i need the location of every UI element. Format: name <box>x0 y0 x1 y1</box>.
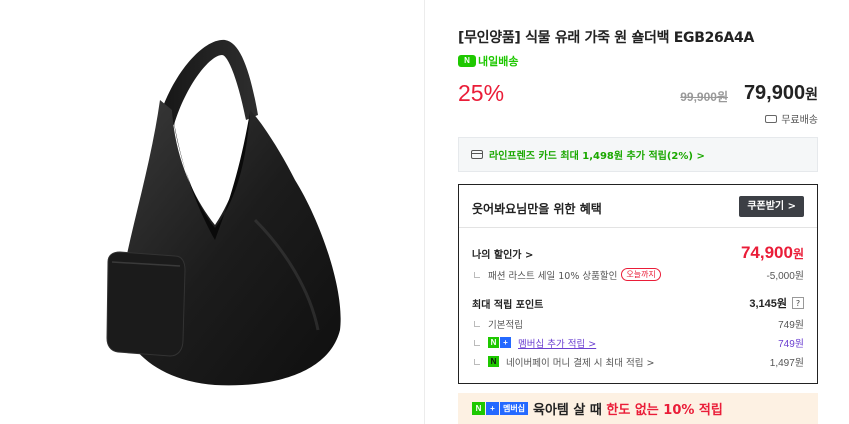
sale-event-label: 패션 라스트 세일 10% 상품할인 <box>488 270 618 282</box>
coupon-button[interactable]: 쿠폰받기 > <box>739 196 804 217</box>
npay-points: N 네이버페이 머니 결제 시 최대 적립 > <box>472 355 654 369</box>
membership-badge: N + 멤버십 <box>472 402 528 415</box>
naver-plus-icon: N + <box>488 337 511 348</box>
indent-icon <box>474 339 480 346</box>
max-points-value: 3,145원 <box>749 298 787 310</box>
box-divider <box>459 227 817 228</box>
free-shipping-label: 무료배송 <box>781 115 818 126</box>
naver-n-icon: N <box>472 402 485 415</box>
truck-icon <box>765 114 778 123</box>
sale-event-row: 패션 라스트 세일 10% 상품할인 오늘까지 -5,000원 <box>472 267 804 282</box>
plus-icon: + <box>500 337 511 348</box>
benefits-box: 웃어봐요님만을 위한 혜택 쿠폰받기 > 나의 할인가 > 74,900원 패션… <box>458 184 818 384</box>
membership-points-row: N + 멤버십 추가 적립 > 749원 <box>472 335 804 350</box>
max-points-label: 최대 적립 포인트 <box>472 299 544 311</box>
basic-points-value: 749원 <box>778 320 804 331</box>
my-discount-link[interactable]: 나의 할인가 > <box>472 246 533 261</box>
free-shipping: 무료배송 <box>765 111 818 126</box>
indent-icon <box>474 271 480 278</box>
my-discount-row: 나의 할인가 > 74,900원 <box>472 243 804 263</box>
basic-points-label: 기본적립 <box>488 319 523 331</box>
my-discount-price-value: 74,900 <box>740 243 793 262</box>
sale-event: 패션 라스트 세일 10% 상품할인 오늘까지 <box>472 268 661 282</box>
original-price: 99,900원 <box>680 90 728 104</box>
sale-price-currency: 원 <box>805 86 818 102</box>
basic-points: 기본적립 <box>472 317 523 331</box>
discount-rate: 25% <box>458 80 505 106</box>
promo-text-prefix: 육아템 살 때 <box>533 403 607 418</box>
pane-divider <box>424 0 425 424</box>
sale-price: 79,900원 <box>744 82 818 105</box>
max-points-row: 최대 적립 포인트 3,145원 ? <box>472 295 804 311</box>
card-points-banner[interactable]: 라인프렌즈 카드 최대 1,498원 추가 적립(2%) > <box>458 137 818 172</box>
max-points: 3,145원 ? <box>749 295 804 311</box>
membership-points-value: 749원 <box>778 339 804 350</box>
delivery-badge: N 내일배송 <box>458 53 518 69</box>
promo-text-highlight: 한도 없는 10% 적립 <box>606 403 723 418</box>
membership-tag: 멤버십 <box>500 402 528 415</box>
product-image[interactable] <box>0 0 424 424</box>
today-only-tag: 오늘까지 <box>621 268 661 281</box>
promo-banner[interactable]: N + 멤버십 육아템 살 때 한도 없는 10% 적립 <box>458 393 818 424</box>
indent-icon <box>474 358 480 365</box>
npay-points-row: N 네이버페이 머니 결제 시 최대 적립 > 1,497원 <box>472 354 804 369</box>
npay-link[interactable]: 네이버페이 머니 결제 시 최대 적립 > <box>506 355 654 369</box>
naver-n-icon: N <box>488 337 499 348</box>
card-icon <box>471 150 483 159</box>
sale-event-amount: -5,000원 <box>766 271 804 282</box>
card-banner-text: 라인프렌즈 카드 최대 1,498원 추가 적립(2%) > <box>489 151 705 162</box>
membership-link[interactable]: 멤버십 추가 적립 > <box>518 336 596 350</box>
question-icon[interactable]: ? <box>792 297 804 309</box>
basic-points-row: 기본적립 749원 <box>472 316 804 331</box>
my-discount-price: 74,900원 <box>741 243 804 263</box>
sale-price-value: 79,900 <box>743 82 806 104</box>
naver-pay-icon: N <box>488 356 499 367</box>
naver-n-icon: N <box>458 55 476 67</box>
benefits-title: 웃어봐요님만을 위한 혜택 <box>472 202 602 216</box>
npay-points-value: 1,497원 <box>769 358 804 369</box>
shoulder-bag-illustration <box>106 39 341 386</box>
promo-text: 육아템 살 때 한도 없는 10% 적립 <box>533 399 723 418</box>
delivery-label: 내일배송 <box>478 55 519 68</box>
product-info: [무인양품] 식물 유래 가죽 원 숄더백 EGB26A4A N 내일배송 25… <box>458 0 818 424</box>
product-title: [무인양품] 식물 유래 가죽 원 숄더백 EGB26A4A <box>458 30 754 46</box>
membership-points: N + 멤버십 추가 적립 > <box>472 336 596 350</box>
plus-icon: + <box>486 402 499 415</box>
my-discount-price-currency: 원 <box>792 247 804 261</box>
indent-icon <box>474 320 480 327</box>
